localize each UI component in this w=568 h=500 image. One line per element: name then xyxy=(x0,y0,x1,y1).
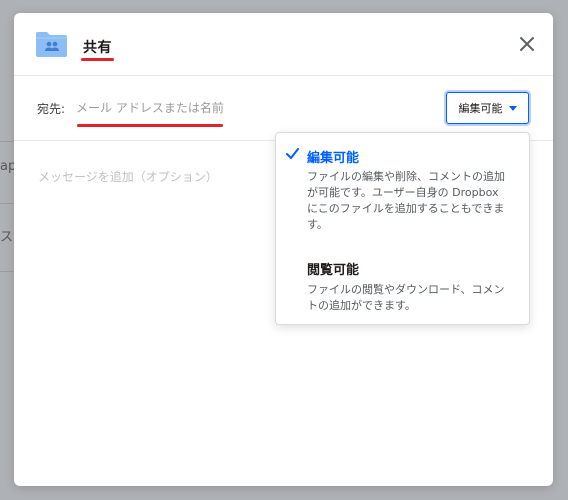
input-annotation-underline xyxy=(77,124,223,127)
menu-item-description: ファイルの編集や削除、コメントの追加が可能です。ユーザー自身の Dropbox … xyxy=(307,170,505,231)
recipient-input[interactable] xyxy=(76,98,436,118)
background-divider xyxy=(0,271,14,272)
menu-item-title: 閲覧可能 xyxy=(307,263,360,278)
background-divider xyxy=(0,203,14,204)
dialog-header: 共有 xyxy=(14,13,553,76)
message-field[interactable]: メッセージを追加（オプション） xyxy=(38,168,218,185)
to-label: 宛先: xyxy=(37,102,66,116)
menu-item-can-edit[interactable]: 編集可能 ファイルの編集や削除、コメントの追加が可能です。ユーザー自身の Dro… xyxy=(276,133,529,245)
permission-selected-label: 編集可能 xyxy=(458,102,503,115)
permission-dropdown-button[interactable]: 編集可能 xyxy=(446,92,529,124)
share-dialog: 共有 宛先: 編集可能 メッセージを追加（オプション） 編集可能 ファイルの編集… xyxy=(14,13,553,486)
menu-item-can-view[interactable]: 閲覧可能 ファイルの閲覧やダウンロード、コメントの追加ができます。 xyxy=(276,245,529,326)
dialog-title: 共有 xyxy=(83,40,112,56)
title-annotation-underline xyxy=(81,58,114,61)
close-icon[interactable] xyxy=(517,34,537,54)
permission-menu: 編集可能 ファイルの編集や削除、コメントの追加が可能です。ユーザー自身の Dro… xyxy=(275,132,530,325)
menu-item-title: 編集可能 xyxy=(307,151,360,166)
background-divider xyxy=(0,141,14,142)
caret-down-icon xyxy=(508,105,517,111)
menu-item-description: ファイルの閲覧やダウンロード、コメントの追加ができます。 xyxy=(307,283,505,312)
checkmark-icon xyxy=(286,148,299,159)
shared-folder-icon xyxy=(36,32,67,57)
